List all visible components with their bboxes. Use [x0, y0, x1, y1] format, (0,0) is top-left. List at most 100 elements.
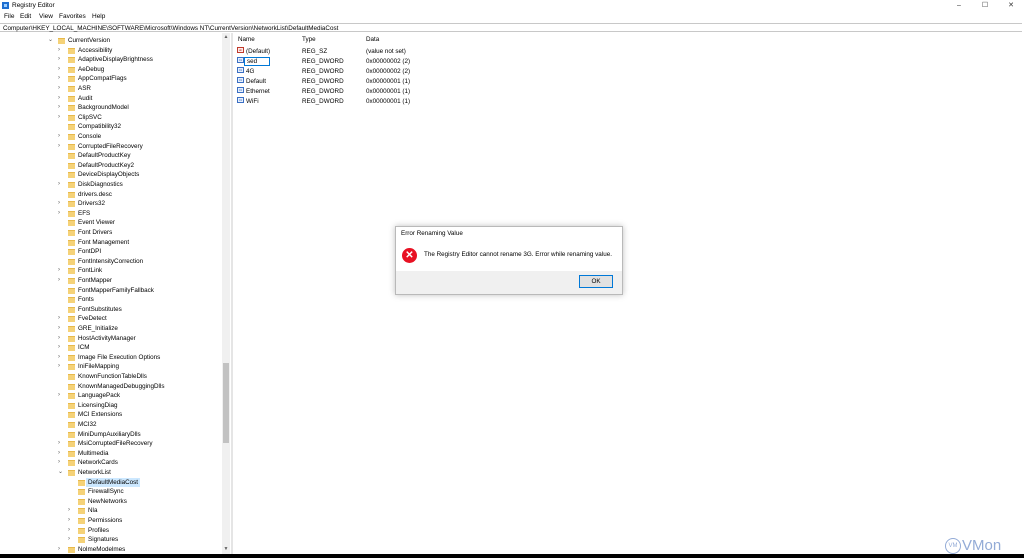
value-data: (value not set) [366, 48, 406, 55]
folder-icon [68, 431, 75, 438]
dword-value-icon: 01 [237, 67, 244, 73]
chevron-right-icon[interactable]: › [58, 199, 66, 209]
chevron-right-icon[interactable]: › [68, 535, 76, 545]
chevron-down-icon[interactable]: ⌄ [58, 468, 66, 478]
chevron-right-icon[interactable]: › [58, 180, 66, 190]
folder-icon [68, 316, 75, 323]
column-type[interactable]: Type [302, 36, 316, 43]
tree-item-label: FontIntensityCorrection [78, 257, 144, 265]
scroll-up-arrow-icon[interactable]: ▲ [222, 33, 230, 41]
tree-item-label: Permissions [88, 517, 123, 524]
column-name[interactable]: Name [238, 36, 255, 43]
column-data[interactable]: Data [366, 36, 379, 43]
scrollbar-thumb[interactable] [223, 363, 229, 443]
chevron-right-icon[interactable]: › [58, 545, 66, 554]
maximize-button[interactable]: ☐ [972, 0, 998, 11]
chevron-right-icon[interactable]: › [68, 516, 76, 526]
close-button[interactable]: ✕ [998, 0, 1024, 11]
title-bar: Registry Editor – ☐ ✕ [0, 0, 1024, 11]
value-row[interactable]: 01 sed REG_DWORD 0x00000002 (2) [234, 57, 534, 67]
menu-file[interactable]: File [4, 13, 14, 20]
dialog-footer: OK [396, 271, 622, 294]
chevron-right-icon[interactable]: › [58, 353, 66, 363]
chevron-right-icon[interactable]: › [58, 113, 66, 123]
chevron-right-icon[interactable]: › [58, 142, 66, 152]
tree-scrollbar[interactable]: ▲ ▼ [222, 33, 230, 554]
folder-icon [78, 508, 85, 515]
folder-icon [68, 354, 75, 361]
chevron-right-icon[interactable]: › [58, 276, 66, 286]
tree-item-label: Font Drivers [78, 229, 113, 236]
folder-icon [68, 134, 75, 140]
pane-splitter[interactable] [231, 33, 233, 554]
tree-item-label: Compatibility32 [78, 123, 122, 131]
menu-favorites[interactable]: Favorites [59, 13, 86, 20]
value-name: WiFi [246, 98, 259, 105]
chevron-right-icon[interactable]: › [58, 449, 66, 459]
value-type: REG_DWORD [302, 98, 344, 105]
chevron-right-icon[interactable]: › [58, 84, 66, 94]
tree-item-label: Profiles [88, 526, 109, 534]
address-bar[interactable]: Computer\HKEY_LOCAL_MACHINE\SOFTWARE\Mic… [0, 23, 1022, 32]
rename-input[interactable]: sed [244, 57, 270, 66]
folder-icon [68, 258, 75, 265]
menu-edit[interactable]: Edit [20, 13, 31, 20]
ok-button[interactable]: OK [579, 275, 613, 288]
chevron-right-icon[interactable]: › [58, 362, 66, 372]
chevron-right-icon[interactable]: › [58, 458, 66, 468]
folder-icon [68, 201, 75, 208]
chevron-right-icon[interactable]: › [58, 46, 66, 56]
value-row[interactable]: 01 Ethernet REG_DWORD 0x00000001 (1) [234, 87, 534, 97]
tree-item-label: CurrentVersion [68, 37, 110, 44]
chevron-right-icon[interactable]: › [58, 334, 66, 344]
dialog-message: The Registry Editor cannot rename 3G. Er… [424, 251, 612, 258]
chevron-right-icon[interactable]: › [58, 343, 66, 353]
chevron-right-icon[interactable]: › [58, 209, 66, 219]
chevron-right-icon[interactable]: › [68, 506, 76, 516]
value-type: REG_SZ [302, 48, 328, 55]
menu-view[interactable]: View [39, 13, 53, 20]
folder-icon [58, 38, 65, 44]
tree-item-label: EFS [78, 209, 91, 217]
folder-icon [68, 470, 75, 476]
chevron-right-icon[interactable]: › [58, 324, 66, 334]
minimize-button[interactable]: – [946, 0, 972, 11]
value-name: 4G [246, 68, 255, 75]
tree-item-label: NetworkList [78, 469, 111, 476]
value-row[interactable]: 01 Default REG_DWORD 0x00000001 (1) [234, 77, 534, 87]
scroll-down-arrow-icon[interactable]: ▼ [222, 545, 230, 553]
chevron-right-icon[interactable]: › [58, 266, 66, 276]
menu-help[interactable]: Help [92, 13, 105, 20]
chevron-right-icon[interactable]: › [68, 526, 76, 536]
tree-item-label: DeviceDisplayObjects [78, 171, 140, 179]
values-list[interactable]: Name Type Data ab (Default) REG_SZ (value n… [234, 33, 1024, 554]
chevron-right-icon[interactable]: › [58, 55, 66, 65]
folder-icon [68, 230, 75, 236]
value-row[interactable]: 01 WiFi REG_DWORD 0x00000001 (1) [234, 97, 534, 107]
chevron-right-icon[interactable]: › [58, 132, 66, 142]
tree-item-label: FveDetect [78, 315, 107, 323]
chevron-right-icon[interactable]: › [58, 103, 66, 113]
tree-item-label: Fonts [78, 296, 94, 304]
chevron-right-icon[interactable]: › [58, 391, 66, 401]
chevron-right-icon[interactable]: › [58, 439, 66, 449]
chevron-right-icon[interactable]: › [58, 65, 66, 75]
value-name: Default [246, 78, 266, 85]
value-type: REG_DWORD [302, 88, 344, 95]
value-name: (Default) [246, 48, 271, 55]
value-name: Ethernet [246, 88, 270, 95]
chevron-right-icon[interactable]: › [58, 314, 66, 324]
chevron-down-icon[interactable]: ⌄ [48, 36, 56, 46]
tree-item-label: MiniDumpAuxiliaryDlls [78, 430, 141, 438]
chevron-right-icon[interactable]: › [58, 74, 66, 84]
registry-tree[interactable]: ⌄ CurrentVersion › Accessibility › AdaptiveDi… [0, 33, 231, 554]
chevron-right-icon[interactable]: › [58, 94, 66, 104]
value-row[interactable]: 01 4G REG_DWORD 0x00000002 (2) [234, 67, 534, 77]
tree-item-label: FontMapper [78, 277, 112, 284]
folder-icon [68, 66, 75, 73]
tree-item-label: LanguagePack [78, 392, 121, 400]
folder-icon [68, 153, 75, 160]
value-row[interactable]: ab (Default) REG_SZ (value not set) [234, 47, 534, 57]
folder-icon [78, 479, 85, 486]
tree-item-label: MCI32 [78, 421, 97, 428]
